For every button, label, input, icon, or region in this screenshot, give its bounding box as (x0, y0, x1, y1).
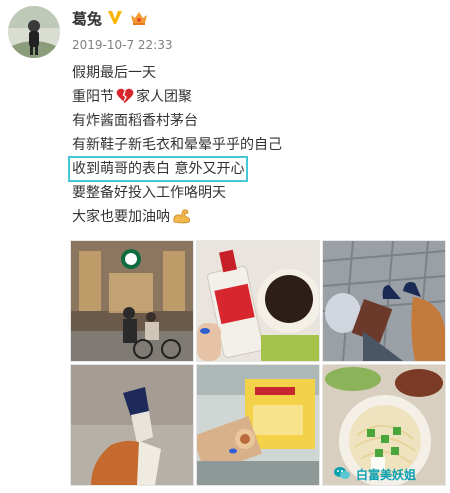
avatar[interactable] (8, 6, 60, 58)
photo-shoe-on-floor[interactable] (70, 364, 194, 486)
post-line-5-highlighted: 收到萌哥的表白 意外又开心 (67, 156, 249, 182)
wechat-bubble-icon (334, 467, 350, 479)
photo-starbucks-street[interactable] (70, 240, 194, 362)
broken-heart-icon (116, 88, 134, 103)
photo-daoxiangcun-box[interactable] (196, 364, 320, 486)
post-line-7: 大家也要加油呐 (72, 208, 192, 226)
post-line-2-text-b: 家人团聚 (136, 89, 192, 105)
verified-v-icon (108, 11, 122, 24)
post-line-6: 要整备好投入工作咯明天 (72, 185, 226, 201)
username[interactable]: 葛兔 (72, 8, 102, 29)
watermark-text: 白富美妖姐 (356, 468, 417, 482)
photo-new-shoes[interactable] (322, 240, 446, 362)
post-line-3: 有炸酱面稻香村茅台 (72, 113, 198, 129)
post-line-1: 假期最后一天 (72, 65, 156, 81)
photo-moutai-dessert[interactable] (196, 240, 320, 362)
post-line-4: 有新鞋子新毛衣和晕晕乎乎的自己 (72, 137, 282, 153)
crown-badge-icon (131, 12, 147, 25)
post-line-2: 重阳节 家人团聚 (72, 88, 192, 106)
post-timestamp[interactable]: 2019-10-7 22:33 (72, 38, 173, 52)
post-line-2-text-a: 重阳节 (72, 89, 114, 105)
post-line-7-text: 大家也要加油呐 (72, 209, 170, 225)
flexed-biceps-icon (173, 209, 191, 224)
